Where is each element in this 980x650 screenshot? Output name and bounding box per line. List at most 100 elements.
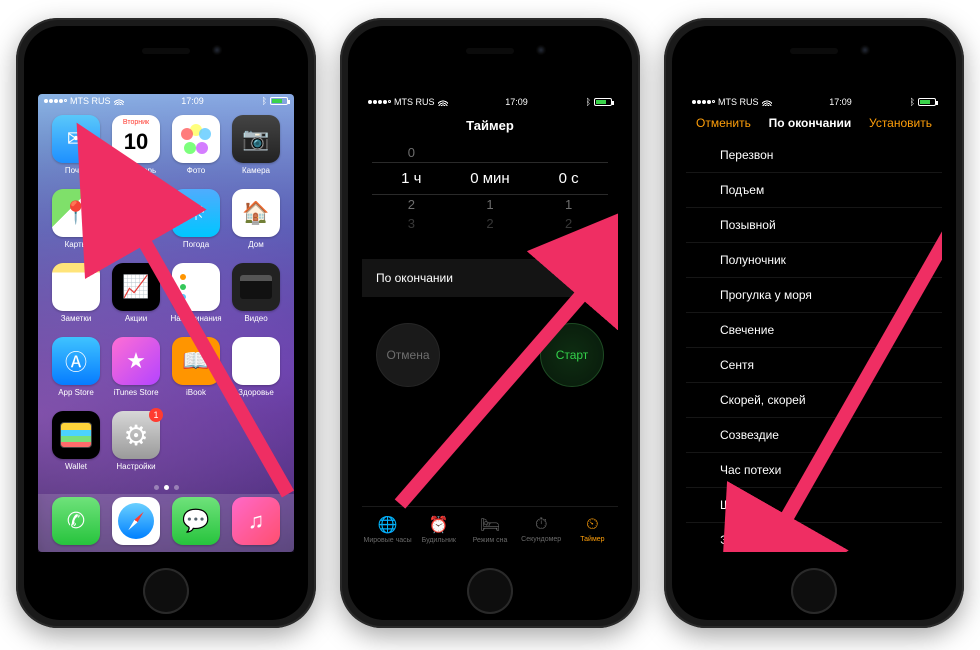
app-settings[interactable]: ⚙1Настройки [109,411,163,471]
nav-set-button[interactable]: Установить [869,116,932,130]
status-bar: MTS RUS 17:09 ᛒ [686,94,942,110]
list-item[interactable]: Полуночник [686,243,942,278]
ibook-icon: 📖 [172,337,220,385]
sound-picker-screen: MTS RUS 17:09 ᛒ Отменить По окончании Ус… [686,94,942,552]
app-clock[interactable]: Часы [109,189,163,249]
app-camera[interactable]: 📷Камера [229,115,283,175]
bluetooth-icon: ᛒ [262,96,267,106]
app-maps[interactable]: 📍Карты [49,189,103,249]
app-notes[interactable]: Заметки [49,263,103,323]
app-appstore[interactable]: ⒶApp Store [49,337,103,397]
app-stocks[interactable]: 📈Акции [109,263,163,323]
wallet-icon [52,411,100,459]
when-ends-label: По окончании [376,271,453,285]
cancel-button[interactable]: Отмена [376,323,440,387]
home-button[interactable] [467,568,513,614]
dock-safari[interactable] [109,497,163,545]
home-screen: MTS RUS 17:09 ᛒ ✉︎Почта Вторник10Календа… [38,94,294,552]
reminders-icon [172,263,220,311]
camera-icon: 📷 [232,115,280,163]
notes-icon [52,263,100,311]
phone-frame-1: MTS RUS 17:09 ᛒ ✉︎Почта Вторник10Календа… [16,18,316,628]
dock: ✆ 💬 ♫ [38,494,294,552]
bed-icon: 🛏 [480,515,500,535]
app-wallet[interactable]: Wallet [49,411,103,471]
signal-dots-icon [44,99,67,103]
list-item[interactable]: Позывной [686,208,942,243]
app-calendar[interactable]: Вторник10Календарь [109,115,163,175]
app-mail[interactable]: ✉︎Почта [49,115,103,175]
nav-bar: Отменить По окончании Установить [686,110,942,136]
app-grid: ✉︎Почта Вторник10Календарь Фото 📷Камера … [38,107,294,481]
video-icon [232,263,280,311]
app-video[interactable]: Видео [229,263,283,323]
wifi-icon [114,97,124,105]
appstore-icon: Ⓐ [52,337,100,385]
photos-icon [172,115,220,163]
time-picker[interactable]: 0 1 ч0 мин0 с 211 322 [362,143,618,233]
alarm-icon: ⏰ [429,515,449,535]
app-itunes[interactable]: ★iTunes Store [109,337,163,397]
stopwatch-icon: ⏱ [535,516,547,534]
battery-icon [918,98,936,106]
settings-icon: ⚙1 [112,411,160,459]
dock-music[interactable]: ♫ [229,497,283,545]
chevron-right-icon: › [600,271,604,285]
wifi-icon [762,98,772,106]
phone-frame-3: MTS RUS 17:09 ᛒ Отменить По окончании Ус… [664,18,964,628]
list-item[interactable]: Электросхема [686,523,942,552]
tab-world-clock[interactable]: 🌐Мировые часы [362,507,413,552]
phone-icon: ✆ [52,497,100,545]
list-item[interactable]: Скорей, скорей [686,383,942,418]
list-item[interactable]: Прогулка у моря [686,278,942,313]
sounds-list[interactable]: Перезвон Подъем Позывной Полуночник Прог… [686,138,942,552]
weather-icon: ☀︎ [172,189,220,237]
home-icon: 🏠 [232,189,280,237]
safari-icon [112,497,160,545]
list-item[interactable]: Час потехи [686,453,942,488]
home-button[interactable] [143,568,189,614]
settings-badge: 1 [149,408,163,422]
app-ibook[interactable]: 📖iBook [169,337,223,397]
app-reminders[interactable]: Напоминания [169,263,223,323]
app-health[interactable]: ♥Здоровье [229,337,283,397]
start-button[interactable]: Старт [540,323,604,387]
maps-icon: 📍 [52,189,100,237]
nav-title: Таймер [362,110,618,143]
app-weather[interactable]: ☀︎Погода [169,189,223,249]
home-button[interactable] [791,568,837,614]
front-camera [860,45,870,55]
list-item[interactable]: Сентя [686,348,942,383]
front-camera [212,45,222,55]
music-icon: ♫ [232,497,280,545]
messages-icon: 💬 [172,497,220,545]
battery-icon [594,98,612,106]
when-timer-ends-row[interactable]: По окончании Радар › [362,259,618,297]
timer-screen: MTS RUS 17:09 ᛒ Таймер 0 1 ч0 мин0 с 211… [362,94,618,552]
when-ends-value: Радар [561,271,596,285]
app-home[interactable]: 🏠Дом [229,189,283,249]
tab-bedtime[interactable]: 🛏Режим сна [464,507,515,552]
mail-icon: ✉︎ [52,115,100,163]
speaker-slot [790,48,838,54]
tab-stopwatch[interactable]: ⏱Секундомер [516,507,567,552]
tab-alarm[interactable]: ⏰Будильник [413,507,464,552]
list-item[interactable]: Шелк [686,488,942,523]
clock-icon [112,189,160,237]
nav-cancel-button[interactable]: Отменить [696,116,751,130]
health-icon: ♥ [232,337,280,385]
phone-frame-2: MTS RUS 17:09 ᛒ Таймер 0 1 ч0 мин0 с 211… [340,18,640,628]
dock-phone[interactable]: ✆ [49,497,103,545]
list-item[interactable]: Созвездие [686,418,942,453]
list-item[interactable]: Подъем [686,173,942,208]
dock-messages[interactable]: 💬 [169,497,223,545]
tab-timer[interactable]: ⏲Таймер [567,507,618,552]
stocks-icon: 📈 [112,263,160,311]
speaker-slot [466,48,514,54]
list-item[interactable]: Перезвон [686,138,942,173]
carrier-label: MTS RUS [70,96,111,106]
list-item[interactable]: Свечение [686,313,942,348]
status-bar: MTS RUS 17:09 ᛒ [38,94,294,107]
clock-tabbar: 🌐Мировые часы ⏰Будильник 🛏Режим сна ⏱Сек… [362,506,618,552]
app-photos[interactable]: Фото [169,115,223,175]
